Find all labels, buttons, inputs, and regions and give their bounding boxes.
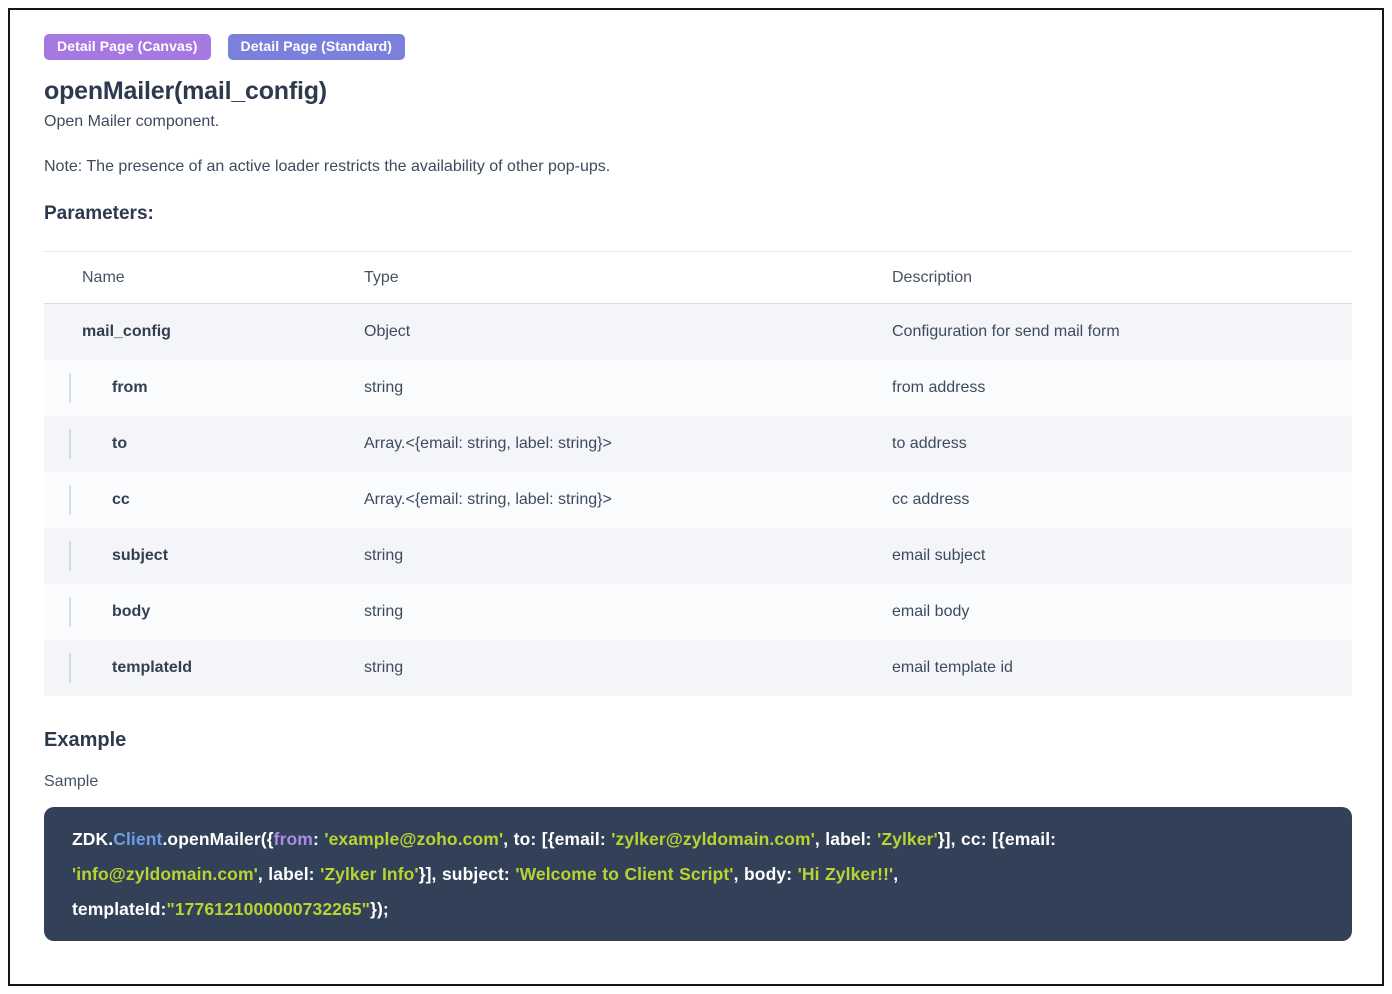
param-description-cell: Configuration for send mail form (892, 323, 1120, 340)
column-header-description: Description (892, 268, 973, 286)
param-type-cell: string (364, 603, 404, 620)
badge-detail-page-standard: Detail Page (Standard) (227, 34, 406, 60)
column-header-type: Type (364, 268, 399, 286)
param-name: templateId (112, 659, 193, 676)
page-subtitle: Open Mailer component. (44, 113, 220, 130)
table-row: to Array.<{email: string, label: string}… (44, 416, 1352, 472)
param-name: from (112, 379, 148, 396)
param-name-cell: mail_config (44, 323, 364, 341)
param-name-cell: from (44, 373, 364, 403)
param-description-cell: email subject (892, 547, 986, 564)
column-header-name: Name (82, 268, 125, 286)
param-name: body (112, 603, 151, 620)
sample-label: Sample (44, 773, 99, 790)
page: Detail Page (Canvas) Detail Page (Standa… (8, 8, 1384, 986)
param-name: mail_config (82, 323, 171, 340)
param-type-cell: Array.<{email: string, label: string}> (364, 491, 612, 508)
indent-marker (69, 597, 71, 627)
indent-marker (69, 653, 71, 683)
param-name-cell: body (44, 597, 364, 627)
param-name: cc (112, 491, 130, 508)
table-row: mail_config Object Configuration for sen… (44, 304, 1352, 360)
indent-marker (69, 429, 71, 459)
param-name: subject (112, 547, 169, 564)
table-row: body string email body (44, 584, 1352, 640)
parameters-table: Name Type Description mail_config Object… (44, 251, 1352, 696)
param-name-cell: templateId (44, 653, 364, 683)
param-type-cell: Array.<{email: string, label: string}> (364, 435, 612, 452)
indent-marker (69, 541, 71, 571)
badge-detail-page-canvas: Detail Page (Canvas) (44, 34, 211, 60)
code-block: ZDK.Client.openMailer({from: 'example@zo… (44, 807, 1352, 941)
code-text: ZDK.Client.openMailer({from: 'example@zo… (72, 829, 1057, 919)
indent-marker (69, 485, 71, 515)
param-type-cell: Object (364, 323, 411, 340)
table-row: templateId string email template id (44, 640, 1352, 696)
table-row: from string from address (44, 360, 1352, 416)
param-name-cell: to (44, 429, 364, 459)
param-type-cell: string (364, 379, 404, 396)
param-description-cell: email body (892, 603, 970, 620)
param-type-cell: string (364, 659, 404, 676)
param-description-cell: from address (892, 379, 986, 396)
parameters-table-body: mail_config Object Configuration for sen… (44, 304, 1352, 696)
param-name: to (112, 435, 128, 452)
param-description-cell: cc address (892, 491, 970, 508)
badge-row: Detail Page (Canvas) Detail Page (Standa… (44, 34, 1352, 60)
table-row: subject string email subject (44, 528, 1352, 584)
page-title: openMailer(mail_config) (44, 77, 327, 105)
param-name-cell: subject (44, 541, 364, 571)
indent-marker (69, 373, 71, 403)
note-text: Note: The presence of an active loader r… (44, 158, 611, 175)
parameters-table-header: Name Type Description (44, 252, 1352, 304)
param-description-cell: to address (892, 435, 967, 452)
doc-content: Detail Page (Canvas) Detail Page (Standa… (10, 10, 1382, 941)
parameters-heading: Parameters: (44, 203, 154, 224)
example-heading: Example (44, 729, 127, 751)
param-name-cell: cc (44, 485, 364, 515)
table-row: cc Array.<{email: string, label: string}… (44, 472, 1352, 528)
param-description-cell: email template id (892, 659, 1013, 676)
param-type-cell: string (364, 547, 404, 564)
